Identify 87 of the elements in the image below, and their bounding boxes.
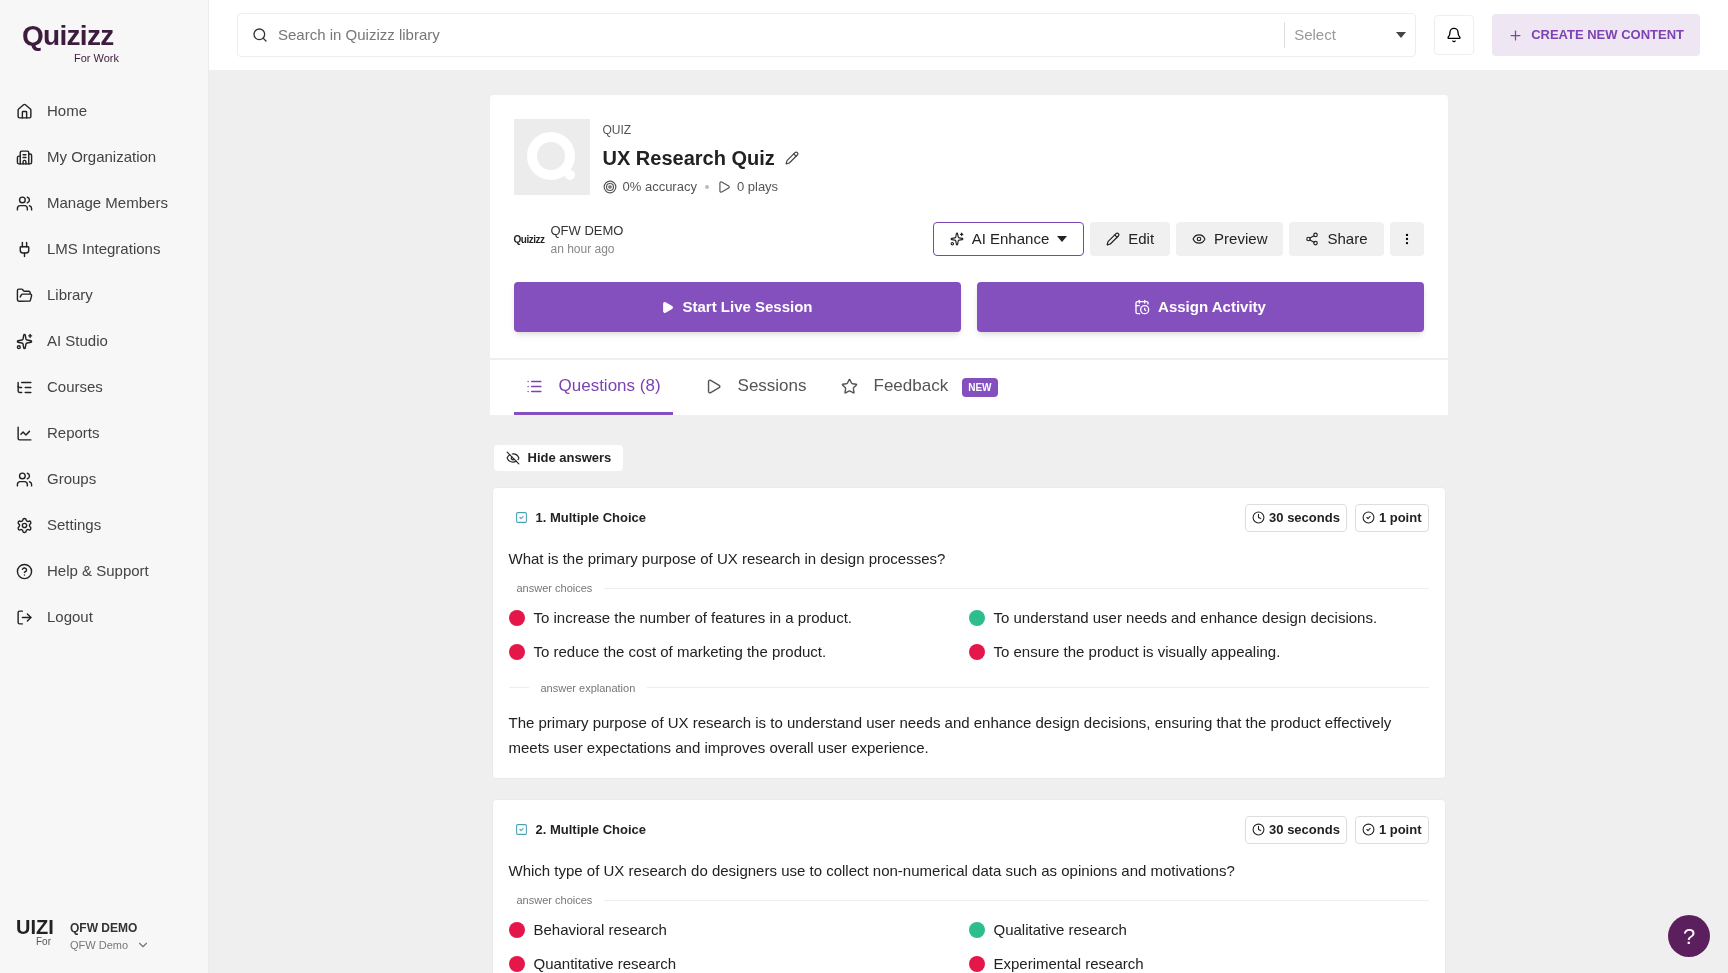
chart-icon [16,425,33,442]
logo-subtitle: For Work [74,51,120,66]
building-icon [16,149,33,166]
caret-icon [1396,32,1407,38]
settings-icon [16,517,33,534]
question-text: Which type of UX research do designers use to collect non-numerical data such as opinions and motivations? [508,860,1236,881]
action-button[interactable]: Share [1289,222,1384,257]
sidebar-item[interactable]: Help & Support [0,548,208,595]
ai-enhance-button[interactable]: AI Enhance [932,222,1085,257]
answer-text: Behavioral research [533,919,667,940]
points-badge: 1 point [1354,816,1429,844]
workspace-logo: UIZI For [16,917,55,949]
sparkles-icon [16,333,33,350]
answer-text: Quantitative research [533,954,677,973]
quiz-type: QUIZ [602,122,633,139]
new-badge: NEW [962,378,998,397]
points-badge: 1 point [1354,504,1429,532]
sidebar-item[interactable]: AI Studio [0,318,208,365]
sidebar-item[interactable]: Courses [0,364,208,411]
section-label: answer choices [516,581,593,596]
search-icon [252,27,268,43]
sidebar-item[interactable]: Groups [0,456,208,503]
calendar-icon [1134,299,1151,315]
share-icon [1305,232,1320,247]
play-icon [661,300,675,314]
logo-text: Quizizz [22,22,114,50]
time-badge: 30 seconds [1245,504,1347,532]
sidebar-item[interactable]: Reports [0,410,208,457]
sidebar-item[interactable]: Settings [0,502,208,549]
eye-off-icon [505,451,520,465]
question-type: 2. Multiple Choice [535,821,646,839]
tab[interactable]: Feedback [838,360,951,415]
tab[interactable]: Questions (8) [513,360,673,415]
checkbox-icon [514,823,528,837]
sidebar-item[interactable]: LMS Integrations [0,226,208,273]
plays-text: 0 plays [736,178,779,196]
author-time: an hour ago [550,241,616,258]
pencil-icon[interactable] [784,151,799,165]
create-content-button[interactable]: CREATE NEW CONTENT [1492,14,1700,56]
quiz-title: UX Research Quiz [602,146,775,171]
question-type: 1. Multiple Choice [535,509,646,527]
accuracy-text: 0% accuracy [622,178,697,196]
answer-text: Qualitative research [993,919,1127,940]
pencil-icon [1106,232,1121,247]
account-name: QFW DEMO [70,919,139,937]
checkbox-icon [514,511,528,525]
sidebar-item[interactable]: Logout [0,594,208,641]
caret-icon [1057,236,1068,243]
sidebar-item[interactable]: My Organization [0,134,208,181]
section-label: answer choices [516,893,593,908]
help-button[interactable]: ? [1668,915,1710,957]
people-icon [16,195,33,212]
section-label: answer explanation [540,680,636,696]
list-icon [16,379,33,396]
eye-icon [1192,232,1207,247]
sidebar-item[interactable]: Home [0,88,208,135]
answer-text: Experimental research [993,954,1144,973]
home-icon [16,103,33,120]
action-button[interactable]: Edit [1090,222,1171,257]
action-button[interactable]: Preview [1176,222,1284,257]
question-text: What is the primary purpose of UX research in design processes? [508,548,947,569]
author-name: QFW DEMO [550,221,624,240]
sparkles-icon [949,232,964,247]
people-icon [16,471,33,488]
time-badge: 30 seconds [1245,816,1347,844]
assign-activity-button[interactable]: Assign Activity [976,282,1424,332]
sidebar-item[interactable]: Manage Members [0,180,208,227]
plus-icon [1508,27,1524,43]
tab[interactable]: Sessions [702,360,809,415]
workspace-dropdown[interactable]: QFW Demo [70,936,151,954]
answer-text: To reduce the cost of marketing the product. [533,642,827,662]
star-icon [840,377,858,395]
bell-icon [1446,27,1463,43]
notifications-button[interactable] [1434,15,1475,55]
answer-text: To understand user needs and enhance design decisions. [993,607,1378,628]
hide-answers-button[interactable]: Hide answers [493,445,624,471]
answer-text: To increase the number of features in a product. [533,607,852,628]
explanation-text: The primary purpose of UX research is to understand user needs and enhance design decisions, ensuring that the product effectively meets user expectations and improves overall user experience. [508,713,1393,758]
logout-icon [16,609,33,626]
answer-text: To ensure the product is visually appealing. [993,642,1281,662]
author-logo: Quizizz [513,232,545,247]
help-icon [16,563,33,580]
sidebar-item[interactable]: Library [0,272,208,319]
target-icon [602,179,617,194]
folder-icon [16,287,33,304]
play-icon [716,179,731,194]
start-live-session-button[interactable]: Start Live Session [513,282,961,332]
